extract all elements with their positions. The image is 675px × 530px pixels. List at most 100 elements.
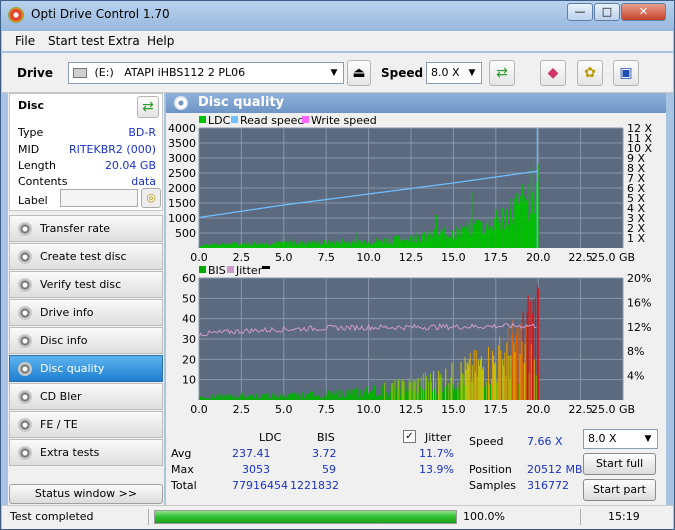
maximize-button[interactable]: □ <box>594 3 620 21</box>
ldc-bar <box>337 242 339 248</box>
disc-icon <box>18 362 32 376</box>
ldc-bar <box>393 237 395 248</box>
bis-bar <box>352 395 354 400</box>
bis-bar <box>345 396 347 400</box>
bis-bar <box>228 394 230 400</box>
save-button[interactable]: ▣ <box>613 60 639 86</box>
bis-bar <box>404 393 406 400</box>
ldc-bar <box>281 238 283 248</box>
bis-bar <box>250 397 252 400</box>
length-label: Length <box>18 159 56 172</box>
ldc-bar <box>390 243 392 248</box>
bis-bar <box>346 390 348 400</box>
bis-bar <box>273 393 275 400</box>
ldc-bar <box>234 241 236 248</box>
menu-help[interactable]: Help <box>147 34 174 48</box>
close-button[interactable]: ✕ <box>621 3 666 21</box>
ldc-bar <box>216 245 218 248</box>
settings-button[interactable]: ✿ <box>577 60 603 86</box>
bis-bar <box>374 385 376 400</box>
label-input[interactable] <box>60 189 138 207</box>
progress-percent: 100.0% <box>463 510 505 523</box>
erase-button[interactable]: ◆ <box>540 60 566 86</box>
ldc-bar <box>203 245 205 248</box>
bis-bar <box>238 396 240 400</box>
nav-item-fe-te[interactable]: FE / TE <box>9 411 163 438</box>
bis-bar <box>244 395 246 400</box>
max-jitter: 13.9% <box>419 463 454 476</box>
x-tick-label: 17.5 <box>484 251 509 261</box>
eject-icon: ⏏ <box>352 65 366 81</box>
ldc-bar <box>338 239 340 248</box>
ldc-bar <box>414 242 416 248</box>
nav-item-disc-quality[interactable]: Disc quality <box>9 355 163 382</box>
legend-swatch <box>231 116 238 123</box>
eject-button[interactable]: ⏏ <box>347 60 371 86</box>
bis-bar <box>213 396 215 400</box>
mid-value: RITEKBR2 (000) <box>68 143 156 156</box>
speed-select[interactable]: 8.0 X ▼ <box>426 62 482 84</box>
ldc-bar <box>303 242 305 248</box>
bis-bar <box>370 397 372 400</box>
start-full-button[interactable]: Start full <box>583 453 656 475</box>
bis-bar <box>505 375 507 400</box>
ldc-bar <box>527 184 529 248</box>
nav-item-disc-info[interactable]: Disc info <box>9 327 163 354</box>
nav-item-cd-bler[interactable]: CD Bler <box>9 383 163 410</box>
minimize-button[interactable]: — <box>567 3 593 21</box>
nav-item-extra-tests[interactable]: Extra tests <box>9 439 163 466</box>
status-window-button[interactable]: Status window >> <box>9 484 163 504</box>
disc-refresh-button[interactable]: ⇄ <box>137 96 159 118</box>
ldc-bar <box>286 243 288 248</box>
ldc-bar <box>372 243 374 248</box>
nav-item-verify-test-disc[interactable]: Verify test disc <box>9 271 163 298</box>
bis-bar <box>381 396 383 400</box>
jitter-checkbox[interactable]: ✓ <box>403 430 416 443</box>
drive-select[interactable]: (E:) ATAPI iHBS112 2 PL06 ▼ <box>68 62 344 84</box>
ldc-bar <box>427 235 429 248</box>
bis-bar <box>248 394 250 400</box>
ldc-bar <box>329 242 331 248</box>
menu-file[interactable]: File <box>15 34 35 48</box>
ldc-bar <box>204 244 206 248</box>
ldc-bar <box>406 239 408 248</box>
ldc-bar <box>262 243 264 248</box>
panel-header: Disc quality <box>166 93 666 113</box>
bis-bar <box>329 393 331 400</box>
ldc-bar <box>207 244 209 248</box>
eraser-icon: ◆ <box>547 65 559 81</box>
ldc-bar <box>376 238 378 248</box>
test-speed-select[interactable]: 8.0 X ▼ <box>583 429 658 449</box>
bis-bar <box>337 390 339 400</box>
nav-item-drive-info[interactable]: Drive info <box>9 299 163 326</box>
ldc-bar <box>321 242 323 248</box>
bis-bar <box>231 395 233 400</box>
menu-extra[interactable]: Extra <box>108 34 140 48</box>
bis-bar <box>239 395 241 400</box>
ldc-bar <box>219 245 221 248</box>
speed-label: Speed <box>381 66 424 80</box>
bis-bar <box>264 394 266 400</box>
start-part-button[interactable]: Start part <box>583 479 656 501</box>
ldc-bar <box>487 217 489 248</box>
ldc-bar <box>304 243 306 248</box>
ldc-bar <box>253 243 255 248</box>
ldc-bar <box>452 239 454 248</box>
bis-bar <box>252 393 254 400</box>
y2-tick-label: 20% <box>627 272 651 285</box>
ldc-bar <box>274 245 276 248</box>
bis-bar <box>454 388 456 400</box>
refresh-button[interactable]: ⇄ <box>489 60 515 86</box>
menu-start-test[interactable]: Start test <box>48 34 104 48</box>
bis-bar <box>384 382 386 400</box>
bis-bar <box>306 393 308 400</box>
ldc-bar <box>313 243 315 248</box>
nav-item-create-test-disc[interactable]: Create test disc <box>9 243 163 270</box>
x-tick-label: 2.5 <box>233 251 251 261</box>
nav-item-transfer-rate[interactable]: Transfer rate <box>9 215 163 242</box>
bis-bar <box>330 391 332 400</box>
ldc-bar <box>202 244 204 248</box>
bis-bar <box>312 397 314 400</box>
label-edit-button[interactable]: ◎ <box>141 188 161 208</box>
x-tick-label: 5.0 <box>275 403 293 413</box>
